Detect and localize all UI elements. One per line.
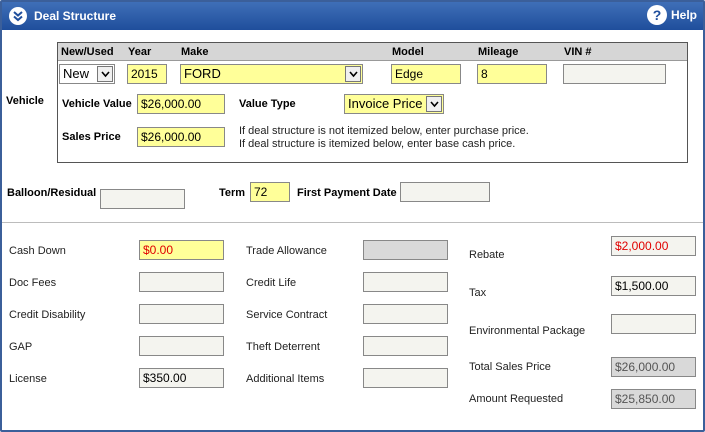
tax-field[interactable]: $1,500.00 — [611, 276, 696, 296]
doc-fees-label: Doc Fees — [9, 277, 57, 289]
make-select[interactable]: FORD — [180, 64, 363, 84]
chevron-down-icon[interactable] — [426, 96, 442, 112]
theft-deterrent-field[interactable] — [363, 336, 448, 356]
deal-structure-panel: Deal Structure ? Help Vehicle New/Used Y… — [0, 0, 705, 432]
credit-disability-label: Credit Disability — [9, 309, 86, 321]
vehicle-value-label: Vehicle Value — [62, 98, 132, 110]
license-field[interactable]: $350.00 — [139, 368, 224, 388]
vehicle-header-row — [58, 43, 687, 61]
title-bar: Deal Structure ? Help — [2, 2, 703, 30]
theft-deterrent-label: Theft Deterrent — [246, 341, 320, 353]
value-type-select[interactable]: Invoice Price — [344, 94, 444, 114]
term-field[interactable]: 72 — [250, 182, 290, 202]
tax-label: Tax — [469, 287, 487, 299]
cash-down-label: Cash Down — [9, 245, 66, 257]
value-type-value: Invoice Price — [348, 96, 423, 111]
rebate-label: Rebate — [469, 249, 505, 261]
balloon-field[interactable] — [100, 189, 185, 209]
vehicle-value-field[interactable]: $26,000.00 — [137, 94, 225, 114]
license-label: License — [9, 373, 47, 385]
first-payment-label: First Payment Date — [297, 187, 397, 199]
environmental-package-label: Environmental Package — [469, 325, 586, 337]
rebate-field[interactable]: $2,000.00 — [611, 236, 696, 256]
service-contract-field[interactable] — [363, 304, 448, 324]
header-mileage: Mileage — [478, 46, 519, 58]
credit-disability-field[interactable] — [139, 304, 224, 324]
sales-price-helper-line1: If deal structure is not itemized below,… — [239, 125, 529, 137]
mileage-field[interactable]: 8 — [477, 64, 547, 84]
panel-title: Deal Structure — [34, 9, 117, 23]
additional-items-field[interactable] — [363, 368, 448, 388]
amount-requested-field: $25,850.00 — [611, 389, 696, 409]
year-field[interactable]: 2015 — [127, 64, 167, 84]
section-divider — [2, 222, 703, 223]
vehicle-box: New/Used Year Make Model Mileage VIN # N… — [57, 42, 688, 163]
first-payment-field[interactable] — [400, 182, 490, 202]
doc-fees-field[interactable] — [139, 272, 224, 292]
new-used-select[interactable]: New — [59, 64, 115, 84]
sales-price-helper-line2: If deal structure is itemized below, ent… — [239, 138, 516, 150]
amount-requested-label: Amount Requested — [469, 393, 564, 405]
credit-life-field[interactable] — [363, 272, 448, 292]
balloon-label: Balloon/Residual — [7, 187, 97, 199]
trade-allowance-label: Trade Allowance — [246, 245, 327, 257]
credit-life-label: Credit Life — [246, 277, 297, 289]
vin-field[interactable] — [563, 64, 666, 84]
collapse-chevron-icon[interactable] — [9, 7, 27, 25]
header-new-used: New/Used — [61, 46, 114, 58]
service-contract-label: Service Contract — [246, 309, 328, 321]
new-used-value: New — [63, 66, 90, 81]
vehicle-section-label: Vehicle — [6, 95, 44, 107]
total-sales-price-label: Total Sales Price — [469, 361, 551, 373]
cash-down-field[interactable]: $0.00 — [139, 240, 224, 260]
trade-allowance-field[interactable] — [363, 240, 448, 260]
total-sales-price-field: $26,000.00 — [611, 357, 696, 377]
make-value: FORD — [184, 66, 221, 81]
header-vin: VIN # — [564, 46, 592, 58]
header-model: Model — [392, 46, 424, 58]
header-make: Make — [181, 46, 209, 58]
value-type-label: Value Type — [239, 98, 296, 110]
gap-field[interactable] — [139, 336, 224, 356]
environmental-package-field[interactable] — [611, 314, 696, 334]
chevron-down-icon[interactable] — [97, 66, 113, 82]
help-icon[interactable]: ? — [647, 5, 667, 25]
sales-price-field[interactable]: $26,000.00 — [137, 127, 225, 147]
gap-label: GAP — [9, 341, 33, 353]
chevron-down-icon[interactable] — [345, 66, 361, 82]
term-label: Term — [219, 187, 246, 199]
header-year: Year — [128, 46, 152, 58]
model-field[interactable]: Edge — [391, 64, 461, 84]
sales-price-label: Sales Price — [62, 131, 121, 143]
additional-items-label: Additional Items — [246, 373, 325, 385]
help-link[interactable]: Help — [671, 8, 697, 22]
